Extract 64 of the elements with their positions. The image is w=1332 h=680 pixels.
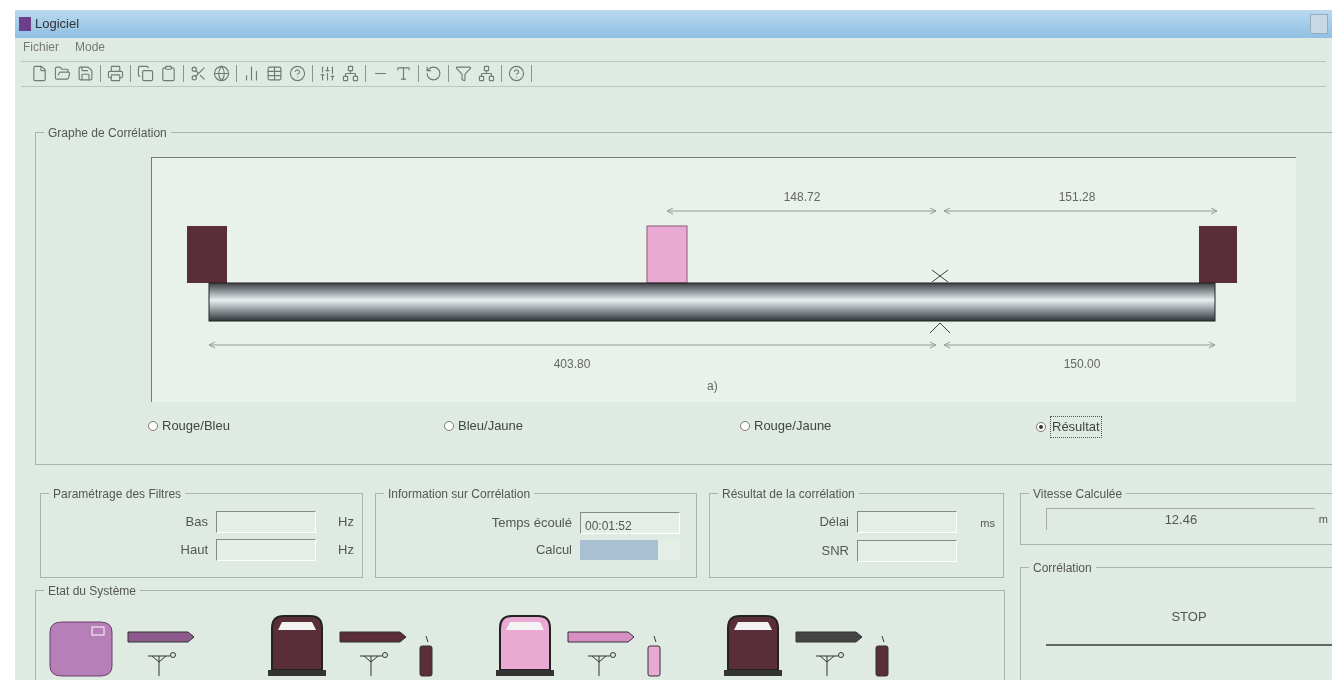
field-label: Bas: [185, 512, 208, 531]
toolbar-icon[interactable]: [190, 65, 207, 83]
radio-device-icon: [494, 612, 556, 678]
toolbar-icon[interactable]: [395, 65, 412, 83]
radio-option[interactable]: Rouge/Bleu: [148, 416, 444, 436]
toolbar-icon[interactable]: [425, 65, 442, 83]
distance-label: 151.28: [1058, 190, 1096, 204]
sensor-antenna-icon: [566, 630, 636, 678]
toolbar-icon[interactable]: [266, 65, 283, 83]
radio-device-icon: [722, 612, 784, 678]
sensor-antenna-icon: [126, 630, 196, 678]
radio-device-icon: [266, 612, 328, 678]
toolbar-icon[interactable]: [508, 65, 525, 83]
elapsed-time: 00:01:52: [584, 518, 632, 533]
distance-label: 148.72: [783, 190, 821, 204]
radio-option[interactable]: Résultat: [1036, 416, 1332, 438]
menu-item[interactable]: Mode: [75, 38, 106, 57]
radio-option[interactable]: Bleu/Jaune: [444, 416, 740, 436]
toolbar-icon[interactable]: [77, 65, 94, 83]
unit-label: m: [1317, 511, 1329, 527]
input-field[interactable]: [216, 510, 316, 533]
toolbar-icon[interactable]: [160, 65, 177, 83]
battery-icon: [646, 634, 662, 678]
toolbar-icon[interactable]: [54, 65, 71, 83]
unit-label: ms: [980, 516, 995, 529]
input-field[interactable]: 00:01:52: [580, 511, 680, 534]
menu-item[interactable]: Fichier: [23, 38, 59, 57]
input-field[interactable]: [857, 539, 957, 562]
unit-label: Hz: [337, 512, 354, 531]
app-icon: [19, 17, 31, 31]
battery-icon: [418, 634, 434, 678]
field-label: Haut: [180, 540, 208, 559]
sensor: [187, 226, 227, 283]
toolbar-icon[interactable]: [478, 65, 495, 83]
axis-label: a): [707, 379, 718, 393]
field-label: Délai: [819, 512, 849, 531]
window-title: Logiciel: [35, 15, 80, 34]
toolbar-icon[interactable]: [107, 65, 124, 83]
toolbar-icon[interactable]: [455, 65, 472, 83]
toolbar-icon[interactable]: [289, 65, 306, 83]
sensor-antenna-icon: [794, 630, 864, 678]
toolbar-icon[interactable]: [243, 65, 260, 83]
input-field[interactable]: [216, 538, 316, 561]
input-field[interactable]: [857, 510, 957, 533]
sensor: [646, 225, 688, 284]
unit-label: Hz: [337, 540, 354, 559]
field-label: Calcul: [535, 540, 572, 559]
toolbar-icon[interactable]: [31, 65, 48, 83]
leak-marker: [929, 269, 951, 334]
field-label: Temps écoulé: [491, 513, 572, 532]
distance-label: 150.00: [1063, 357, 1101, 371]
field-label: SNR: [821, 541, 849, 560]
toolbar-icon[interactable]: [319, 65, 336, 83]
stop-button[interactable]: STOP: [1046, 590, 1332, 646]
sensor: [1199, 226, 1237, 283]
battery-icon: [874, 634, 890, 678]
toolbar-icon[interactable]: [342, 65, 359, 83]
toolbar-icon[interactable]: [213, 65, 230, 83]
storage-unit-icon: [46, 618, 116, 678]
sensor-antenna-icon: [338, 630, 408, 678]
radio-option[interactable]: Rouge/Jaune: [740, 416, 1036, 436]
toolbar-icon[interactable]: [137, 65, 154, 83]
speed-value: 12.46: [1164, 510, 1198, 529]
distance-label: 403.80: [553, 357, 591, 371]
